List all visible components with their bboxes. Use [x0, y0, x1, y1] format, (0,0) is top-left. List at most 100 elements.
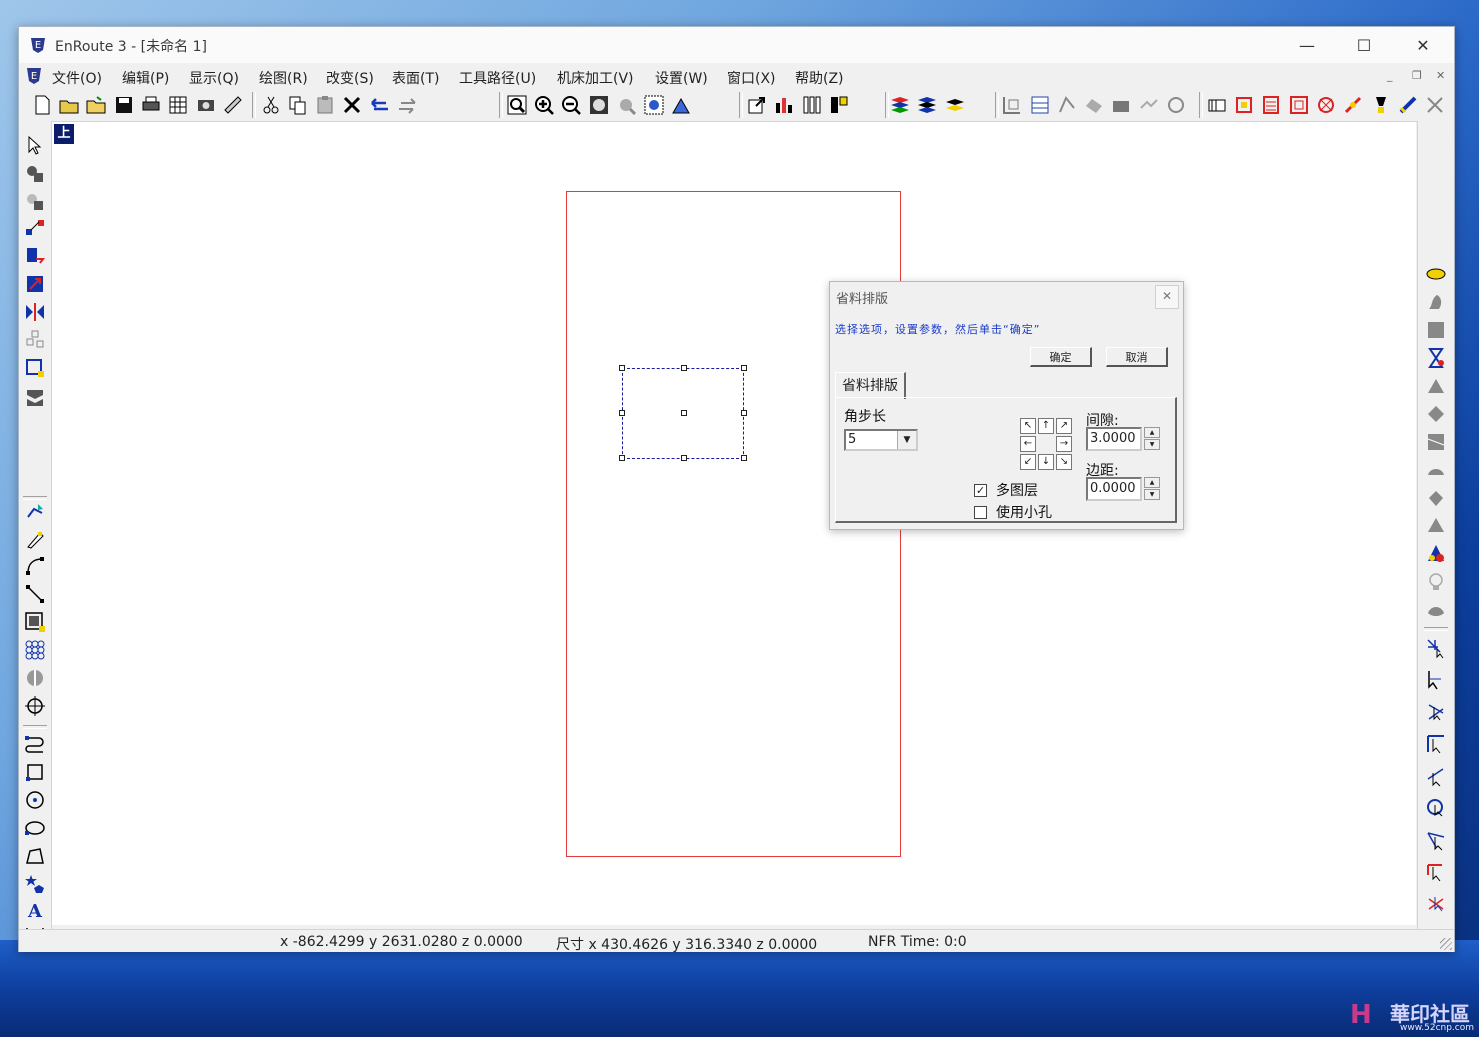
- zoom-extents-icon[interactable]: [588, 94, 610, 116]
- direction-top-right[interactable]: ↗: [1056, 418, 1072, 434]
- mdi-minimize-button[interactable]: _: [1387, 69, 1393, 82]
- center-icon[interactable]: [24, 695, 46, 717]
- tool-pick-6-icon[interactable]: [1425, 797, 1447, 819]
- array-icon[interactable]: [24, 639, 46, 661]
- node-edit-icon[interactable]: [24, 501, 46, 523]
- tool-pick-5-icon[interactable]: [1425, 765, 1447, 787]
- dome-icon[interactable]: [1425, 375, 1447, 397]
- menu-surface[interactable]: 表面(T): [392, 68, 439, 88]
- machine-1-icon[interactable]: [1206, 94, 1228, 116]
- merge-icon[interactable]: [1425, 515, 1447, 537]
- grid-icon[interactable]: [167, 94, 189, 116]
- toolpath-1-icon[interactable]: [1001, 94, 1023, 116]
- angle-step-select[interactable]: 5 ▼: [844, 429, 918, 451]
- redo-icon[interactable]: [396, 94, 418, 116]
- layer-blue-icon[interactable]: [916, 94, 938, 116]
- cancel-button[interactable]: 取消: [1106, 347, 1168, 367]
- minimize-button[interactable]: —: [1284, 31, 1330, 59]
- machine-8-icon[interactable]: [1397, 94, 1419, 116]
- drawing-canvas[interactable]: 上: [52, 122, 1416, 925]
- flat-relief-icon[interactable]: [1425, 319, 1447, 341]
- delete-icon[interactable]: [341, 94, 363, 116]
- mdi-close-button[interactable]: ✕: [1436, 69, 1445, 82]
- menu-toolpath[interactable]: 工具路径(U): [459, 68, 536, 88]
- layer-yellow-icon[interactable]: [944, 94, 966, 116]
- menu-transform[interactable]: 改变(S): [326, 68, 374, 88]
- columns-icon[interactable]: [801, 94, 823, 116]
- spin-down-icon[interactable]: ▼: [1144, 489, 1160, 500]
- dialog-close-button[interactable]: ✕: [1155, 285, 1179, 309]
- direction-top-left[interactable]: ↖: [1020, 418, 1036, 434]
- tool-pick-1-icon[interactable]: [1425, 637, 1447, 659]
- color-relief-icon[interactable]: [1425, 543, 1447, 565]
- mirror-icon[interactable]: [24, 301, 46, 323]
- zoom-out-icon[interactable]: [560, 94, 582, 116]
- rotate-icon[interactable]: [24, 245, 46, 267]
- center-handle[interactable]: [681, 410, 687, 416]
- toolpath-3-icon[interactable]: [1056, 94, 1078, 116]
- spin-down-icon[interactable]: ▼: [1144, 439, 1160, 450]
- bulb-icon[interactable]: [1425, 571, 1447, 593]
- camera-icon[interactable]: [195, 94, 217, 116]
- copy-icon[interactable]: [287, 94, 309, 116]
- toolpath-2-icon[interactable]: [1029, 94, 1051, 116]
- polygon-icon[interactable]: [24, 845, 46, 867]
- hourglass-icon[interactable]: [1425, 347, 1447, 369]
- tab-nesting[interactable]: 省料排版: [835, 372, 906, 399]
- margin-input[interactable]: 0.0000: [1086, 477, 1142, 501]
- menu-window[interactable]: 窗口(X): [727, 68, 776, 88]
- direction-bottom-right[interactable]: ↘: [1056, 454, 1072, 470]
- open-file-icon[interactable]: [58, 94, 80, 116]
- undo-icon[interactable]: [369, 94, 391, 116]
- offset-icon[interactable]: [24, 611, 46, 633]
- menu-machining[interactable]: 机床加工(V): [557, 68, 634, 88]
- mdi-restore-button[interactable]: ❐: [1412, 69, 1422, 82]
- direction-left[interactable]: ←: [1020, 436, 1036, 452]
- chevron-down-icon[interactable]: ▼: [897, 431, 916, 449]
- resize-handle[interactable]: [619, 455, 625, 461]
- multi-layer-checkbox[interactable]: ✓: [974, 484, 987, 497]
- sweep-icon[interactable]: [1425, 459, 1447, 481]
- open-folder-icon[interactable]: [85, 94, 107, 116]
- toolpath-6-icon[interactable]: [1138, 94, 1160, 116]
- machine-5-icon[interactable]: [1315, 94, 1337, 116]
- zoom-in-icon[interactable]: [533, 94, 555, 116]
- tool-pick-7-icon[interactable]: [1425, 829, 1447, 851]
- curve-icon[interactable]: [24, 555, 46, 577]
- scale-icon[interactable]: [24, 273, 46, 295]
- direction-right[interactable]: →: [1056, 436, 1072, 452]
- tool-pick-3-icon[interactable]: [1425, 701, 1447, 723]
- resize-handle[interactable]: [741, 365, 747, 371]
- bar-chart-icon[interactable]: [773, 94, 795, 116]
- close-button[interactable]: ✕: [1400, 31, 1446, 59]
- align-icon[interactable]: [24, 329, 46, 351]
- select-arrow-icon[interactable]: [24, 135, 46, 157]
- maximize-button[interactable]: ☐: [1341, 31, 1387, 59]
- star-icon[interactable]: [24, 873, 46, 895]
- distort-icon[interactable]: [24, 387, 46, 409]
- texture-icon[interactable]: [1425, 431, 1447, 453]
- save-icon[interactable]: [113, 94, 135, 116]
- menu-file[interactable]: 文件(O): [52, 68, 102, 88]
- new-file-icon[interactable]: [31, 94, 53, 116]
- menu-draw[interactable]: 绘图(R): [259, 68, 308, 88]
- rectangle-icon[interactable]: [24, 761, 46, 783]
- gap-input[interactable]: 3.0000: [1086, 427, 1142, 451]
- machine-3-icon[interactable]: [1260, 94, 1282, 116]
- document-icon[interactable]: E: [24, 66, 44, 86]
- tool-pick-9-icon[interactable]: [1425, 893, 1447, 915]
- shape-select-icon[interactable]: [24, 163, 46, 185]
- view-3d-icon[interactable]: [670, 94, 692, 116]
- tool-pick-8-icon[interactable]: [1425, 861, 1447, 883]
- zoom-window-icon[interactable]: [643, 94, 665, 116]
- resize-handle[interactable]: [741, 455, 747, 461]
- machine-9-icon[interactable]: [1424, 94, 1446, 116]
- resize-handle[interactable]: [619, 410, 625, 416]
- move-icon[interactable]: [24, 217, 46, 239]
- prism-icon[interactable]: [1425, 403, 1447, 425]
- line-icon[interactable]: [24, 583, 46, 605]
- resize-handle[interactable]: [741, 410, 747, 416]
- toolpath-5-icon[interactable]: [1110, 94, 1132, 116]
- zoom-select-icon[interactable]: [506, 94, 528, 116]
- relief-icon[interactable]: [1425, 291, 1447, 313]
